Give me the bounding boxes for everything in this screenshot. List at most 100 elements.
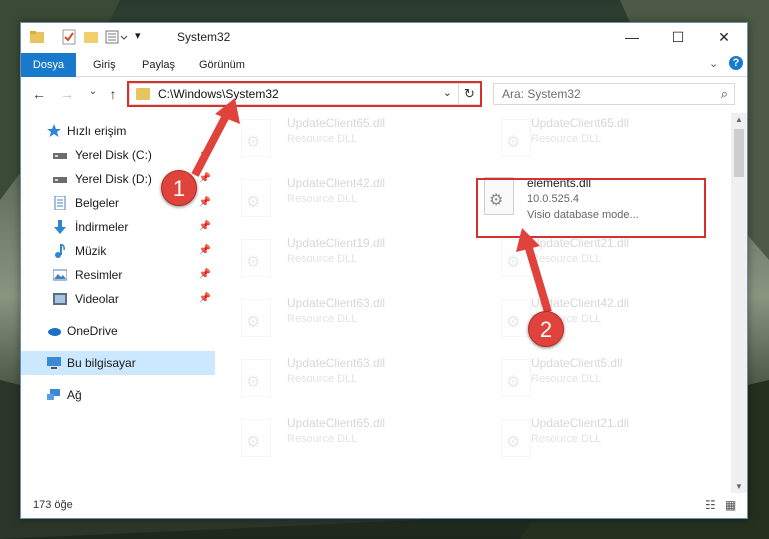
pictures-icon [53, 269, 67, 281]
scroll-up-icon[interactable]: ▲ [731, 115, 747, 124]
dll-file-icon: ⚙ [241, 419, 271, 457]
customize-toolbar-icon[interactable] [105, 29, 128, 45]
properties-icon[interactable] [61, 29, 77, 45]
file-name: UpdateClient5.dll [531, 356, 623, 370]
file-type: Resource DLL [531, 253, 602, 265]
file-item[interactable]: ⚙ UpdateClient21.dll Resource DLL [485, 413, 715, 463]
file-item[interactable]: ⚙ UpdateClient65.dll Resource DLL [485, 113, 715, 163]
dll-file-icon: ⚙ [241, 239, 271, 277]
pin-icon[interactable]: 📌 [199, 287, 211, 311]
pin-icon[interactable]: 📌 [199, 215, 211, 239]
pin-icon[interactable]: 📌 [199, 167, 211, 191]
search-placeholder: Ara: System32 [502, 87, 581, 101]
dll-file-icon: ⚙ [241, 119, 271, 157]
sidebar-item-onedrive[interactable]: OneDrive [21, 319, 215, 343]
sidebar-item-music[interactable]: Müzik 📌 [21, 239, 215, 263]
maximize-button[interactable]: ☐ [655, 23, 701, 51]
pin-icon[interactable]: 📌 [199, 191, 211, 215]
scrollbar-thumb[interactable] [734, 129, 744, 177]
file-type: Resource DLL [287, 133, 358, 145]
close-button[interactable]: ✕ [701, 23, 747, 51]
gear-icon: ⚙ [246, 194, 261, 211]
file-type: Resource DLL [531, 133, 602, 145]
file-item[interactable]: ⚙ UpdateClient63.dll Resource DLL [225, 353, 455, 403]
file-item[interactable]: ⚙ UpdateClient65.dll Resource DLL [225, 413, 455, 463]
file-highlight-box [476, 178, 706, 238]
ribbon-expand-icon[interactable]: ⌄ [709, 57, 718, 70]
gear-icon: ⚙ [506, 314, 521, 331]
file-explorer-window: ▾ System32 — ☐ ✕ Dosya Giriş Paylaş Görü… [20, 22, 748, 519]
sidebar-item-this-pc[interactable]: Bu bilgisayar [21, 351, 215, 375]
tab-share[interactable]: Paylaş [142, 53, 175, 77]
sidebar-item-network[interactable]: Ağ [21, 383, 215, 407]
dll-file-icon: ⚙ [241, 179, 271, 217]
file-type: Resource DLL [287, 253, 358, 265]
file-type: Resource DLL [531, 433, 602, 445]
pin-icon[interactable]: 📌 [199, 143, 211, 167]
status-bar: 173 öğe ☷ ▦ [21, 494, 747, 518]
sidebar-item-label: Müzik [75, 244, 107, 258]
tab-home[interactable]: Giriş [93, 53, 116, 77]
gear-icon: ⚙ [246, 314, 261, 331]
sidebar-item-downloads[interactable]: İndirmeler 📌 [21, 215, 215, 239]
file-name: UpdateClient19.dll [287, 236, 386, 250]
download-icon [54, 220, 66, 234]
sidebar-item-label: Resimler [75, 268, 123, 282]
file-name: UpdateClient63.dll [287, 356, 386, 370]
quick-access-dropdown-icon[interactable]: ▾ [135, 29, 151, 45]
pin-icon[interactable]: 📌 [199, 239, 211, 263]
file-name: UpdateClient65.dll [531, 116, 630, 130]
gear-icon: ⚙ [246, 134, 261, 151]
file-item[interactable]: ⚙ UpdateClient19.dll Resource DLL [225, 233, 455, 283]
search-icon: ⌕ [720, 86, 728, 101]
gear-icon: ⚙ [246, 374, 261, 391]
file-type: Resource DLL [287, 313, 358, 325]
sidebar-item-label: Hızlı erişim [67, 124, 127, 138]
network-icon [47, 389, 60, 400]
gear-icon: ⚙ [506, 434, 521, 451]
file-item[interactable]: ⚙ UpdateClient42.dll Resource DLL [225, 173, 455, 223]
pin-icon[interactable]: 📌 [199, 263, 211, 287]
file-name: UpdateClient63.dll [287, 296, 386, 310]
step-1-badge: 1 [161, 170, 197, 206]
tab-file[interactable]: Dosya [21, 53, 76, 77]
sidebar-item-pictures[interactable]: Resimler 📌 [21, 263, 215, 287]
file-name: UpdateClient21.dll [531, 416, 630, 430]
sidebar-item-label: İndirmeler [75, 220, 129, 234]
folder-icon [29, 29, 45, 45]
help-icon[interactable]: ? [729, 56, 743, 70]
item-count: 173 öğe [33, 499, 73, 511]
file-item[interactable]: ⚙ UpdateClient21.dll Resource DLL [485, 233, 715, 283]
sidebar-item-videos[interactable]: Videolar 📌 [21, 287, 215, 311]
file-item[interactable]: ⚙ UpdateClient5.dll Resource DLL [485, 353, 715, 403]
details-view-icon[interactable]: ☷ [705, 498, 716, 512]
documents-icon [54, 196, 66, 210]
ribbon-tabs: Dosya Giriş Paylaş Görünüm ⌄ ? [21, 53, 747, 77]
scroll-down-icon[interactable]: ▼ [731, 482, 747, 491]
back-button[interactable]: ← [29, 86, 49, 102]
sidebar-item-label: Videolar [75, 292, 119, 306]
dll-file-icon: ⚙ [241, 359, 271, 397]
window-title: System32 [177, 30, 231, 44]
file-name: UpdateClient65.dll [287, 416, 386, 430]
new-folder-icon[interactable] [83, 29, 99, 45]
file-item[interactable]: ⚙ UpdateClient42.dll Resource DLL [485, 293, 715, 343]
tiles-view-icon[interactable]: ▦ [725, 498, 736, 512]
videos-icon [53, 293, 67, 305]
file-item[interactable]: ⚙ UpdateClient63.dll Resource DLL [225, 293, 455, 343]
forward-button[interactable]: → [57, 86, 77, 102]
gear-icon: ⚙ [246, 434, 261, 451]
up-button[interactable]: ↑ [103, 86, 123, 102]
recent-locations-button[interactable]: ⌄ [83, 86, 103, 97]
file-item[interactable]: ⚙ UpdateClient65.dll Resource DLL [225, 113, 455, 163]
file-list: ⚙ UpdateClient65.dll Resource DLL ⚙ Upda… [225, 113, 733, 493]
search-input[interactable]: Ara: System32 ⌕ [493, 83, 735, 105]
file-type: Resource DLL [287, 193, 358, 205]
sidebar-item-quick-access[interactable]: Hızlı erişim [21, 119, 215, 143]
minimize-button[interactable]: — [609, 23, 655, 51]
tab-view[interactable]: Görünüm [199, 53, 245, 77]
address-highlight-box [127, 81, 482, 107]
sidebar-item-local-disk-c[interactable]: Yerel Disk (C:) 📌 [21, 143, 215, 167]
cloud-icon [48, 328, 61, 336]
vertical-scrollbar[interactable]: ▲ ▼ [731, 113, 747, 493]
